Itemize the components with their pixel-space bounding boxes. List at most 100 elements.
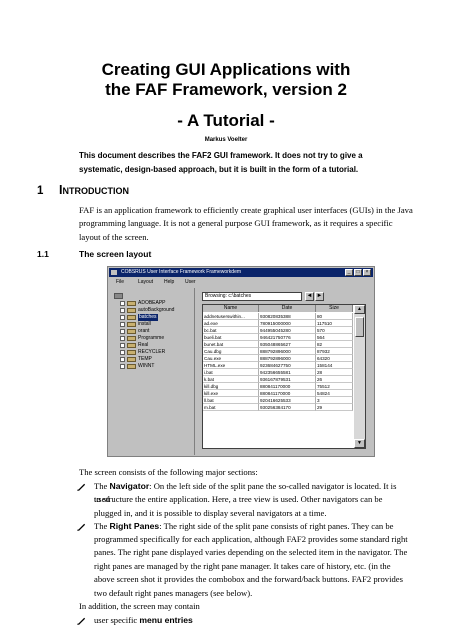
cell-name: HTML.exe (203, 362, 259, 369)
table-row[interactable]: Cau.exe 888792896000 64320 (203, 355, 353, 362)
list-item-menu-entries: user specific menu entries (77, 614, 419, 628)
scroll-thumb[interactable] (355, 317, 364, 337)
expand-icon[interactable] (120, 329, 125, 334)
folder-icon (127, 343, 136, 348)
cell-date: 923684627750 (259, 362, 316, 369)
cell-name: kill.dbg (203, 383, 259, 390)
cell-name: bueli.bat (203, 334, 259, 341)
rightpanes-label: Right Panes (109, 521, 160, 531)
cell-date: 944955045280 (259, 327, 316, 334)
expand-icon[interactable] (120, 343, 125, 348)
cell-name: k.bat (203, 376, 259, 383)
vertical-scrollbar[interactable]: ▲ ▼ (354, 305, 365, 448)
expand-icon[interactable] (120, 357, 125, 362)
folder-icon (127, 315, 136, 320)
menu-entries-label: menu entries (139, 615, 193, 625)
table-row[interactable]: ll.bat 920416625533 3 (203, 397, 353, 404)
expand-icon[interactable] (120, 301, 125, 306)
cell-size: 570 (316, 327, 353, 334)
cell-date: 930256384170 (259, 404, 316, 411)
window-title-bar: COBSRUS User Interface Framework Framewo… (109, 268, 373, 277)
rightpanes-line1-wrap: The Right Panes: The right side of the s… (94, 520, 414, 533)
table-row[interactable]: addnetuserswithin... 930820835388 80 (203, 313, 353, 320)
table-row[interactable]: kill.exe 880841170000 54824 (203, 390, 353, 397)
menu-file[interactable]: File (116, 278, 124, 287)
cell-date: 888792896000 (259, 348, 316, 355)
cell-name: bc.bat (203, 327, 259, 334)
cell-date: 880841170000 (259, 383, 316, 390)
table-row[interactable]: ad.exe 780915000000 117510 (203, 320, 353, 327)
cell-size: 82 (316, 341, 353, 348)
author-name: Markus Voelter (204, 137, 248, 143)
tree-item-label: Programme (138, 335, 165, 341)
section-1-title-rest: NTRODUCTION (62, 186, 129, 196)
expand-icon[interactable] (120, 308, 125, 313)
navigator-label: Navigator (109, 481, 150, 491)
browse-combobox[interactable]: Browsing: c:\batches (202, 292, 302, 301)
document-subtitle: - A Tutorial - (177, 111, 275, 130)
table-row[interactable]: kill.dbg 880841170000 75512 (203, 383, 353, 390)
tree-item-label: orant (138, 328, 150, 334)
expand-icon[interactable] (120, 336, 125, 341)
cell-date: 888792896000 (259, 355, 316, 362)
menu-help[interactable]: Help (164, 278, 174, 287)
rightpanes-line1: : The right side of the split pane consi… (159, 521, 394, 531)
section-1-1-heading: 1.1 The screen layout (37, 249, 151, 259)
document-title-line2: the FAF Framework, version 2 (105, 80, 347, 99)
navigator-pre: The (94, 481, 108, 491)
menu-user[interactable]: User (185, 278, 196, 287)
cell-size: 87932 (316, 348, 353, 355)
addition-sentence: In addition, the screen may contain (79, 601, 200, 611)
cell-date: 935048865627 (259, 341, 316, 348)
column-header-date[interactable]: Date (259, 305, 316, 312)
table-row[interactable]: bunet.bat 935048865627 82 (203, 341, 353, 348)
window-controls: _ □ × (345, 269, 371, 276)
section-1-paragraph: FAF is an application framework to effic… (79, 204, 413, 244)
minimize-button[interactable]: _ (345, 269, 353, 276)
pen-bullet-icon (77, 617, 86, 625)
cell-size: 29 (316, 404, 353, 411)
close-button[interactable]: × (363, 269, 371, 276)
cell-size: 117510 (316, 320, 353, 327)
menu-layout[interactable]: Layout (138, 278, 153, 287)
expand-icon[interactable] (120, 364, 125, 369)
expand-icon[interactable] (120, 322, 125, 327)
section-1-heading: 1 INTRODUCTION (37, 183, 129, 197)
folder-icon (127, 322, 136, 327)
column-header-size[interactable]: Size (316, 305, 353, 312)
table-row[interactable]: i.bat 942356655581 28 (203, 369, 353, 376)
intro-sentence: The screen consists of the following maj… (79, 467, 258, 477)
cell-name: kill.exe (203, 390, 259, 397)
folder-icon (127, 308, 136, 313)
tree-item-label: ADOBEAPP (138, 300, 166, 306)
cell-date: 946421750776 (259, 334, 316, 341)
table-row[interactable]: HTML.exe 923684627750 158144 (203, 362, 353, 369)
cell-name: Cau.exe (203, 355, 259, 362)
scroll-down-icon[interactable]: ▼ (354, 439, 365, 448)
scroll-up-icon[interactable]: ▲ (354, 305, 365, 314)
table-row[interactable]: bc.bat 944955045280 570 (203, 327, 353, 334)
table-row[interactable]: Cau.dbg 888792896000 87932 (203, 348, 353, 355)
expand-icon[interactable] (120, 350, 125, 355)
app-icon (111, 270, 117, 275)
cell-size: 564 (316, 334, 353, 341)
table-row[interactable]: m.bat 930256384170 29 (203, 404, 353, 411)
forward-button[interactable]: ► (315, 292, 324, 301)
back-button[interactable]: ◄ (305, 292, 314, 301)
expand-icon[interactable] (120, 315, 125, 320)
abstract: This document describes the FAF2 GUI fra… (79, 149, 389, 177)
cell-size: 80 (316, 313, 353, 320)
document-title-line1: Creating GUI Applications with (101, 60, 351, 79)
column-header-name[interactable]: Name (203, 305, 259, 312)
cell-size: 75512 (316, 383, 353, 390)
maximize-button[interactable]: □ (354, 269, 362, 276)
navigator-line3: plugged in, and it is possible to displa… (94, 508, 327, 518)
folder-icon (127, 301, 136, 306)
tree-item-label: autoBackground (138, 307, 175, 313)
table-row[interactable]: k.bat 936167879531 26 (203, 376, 353, 383)
file-table: Name Date Size addnetuserswithin... 93082… (202, 304, 366, 449)
navigator-line2: to structure the entire application. Her… (94, 494, 383, 504)
folder-icon (127, 364, 136, 369)
table-row[interactable]: bueli.bat 946421750776 564 (203, 334, 353, 341)
cell-date: 780915000000 (259, 320, 316, 327)
